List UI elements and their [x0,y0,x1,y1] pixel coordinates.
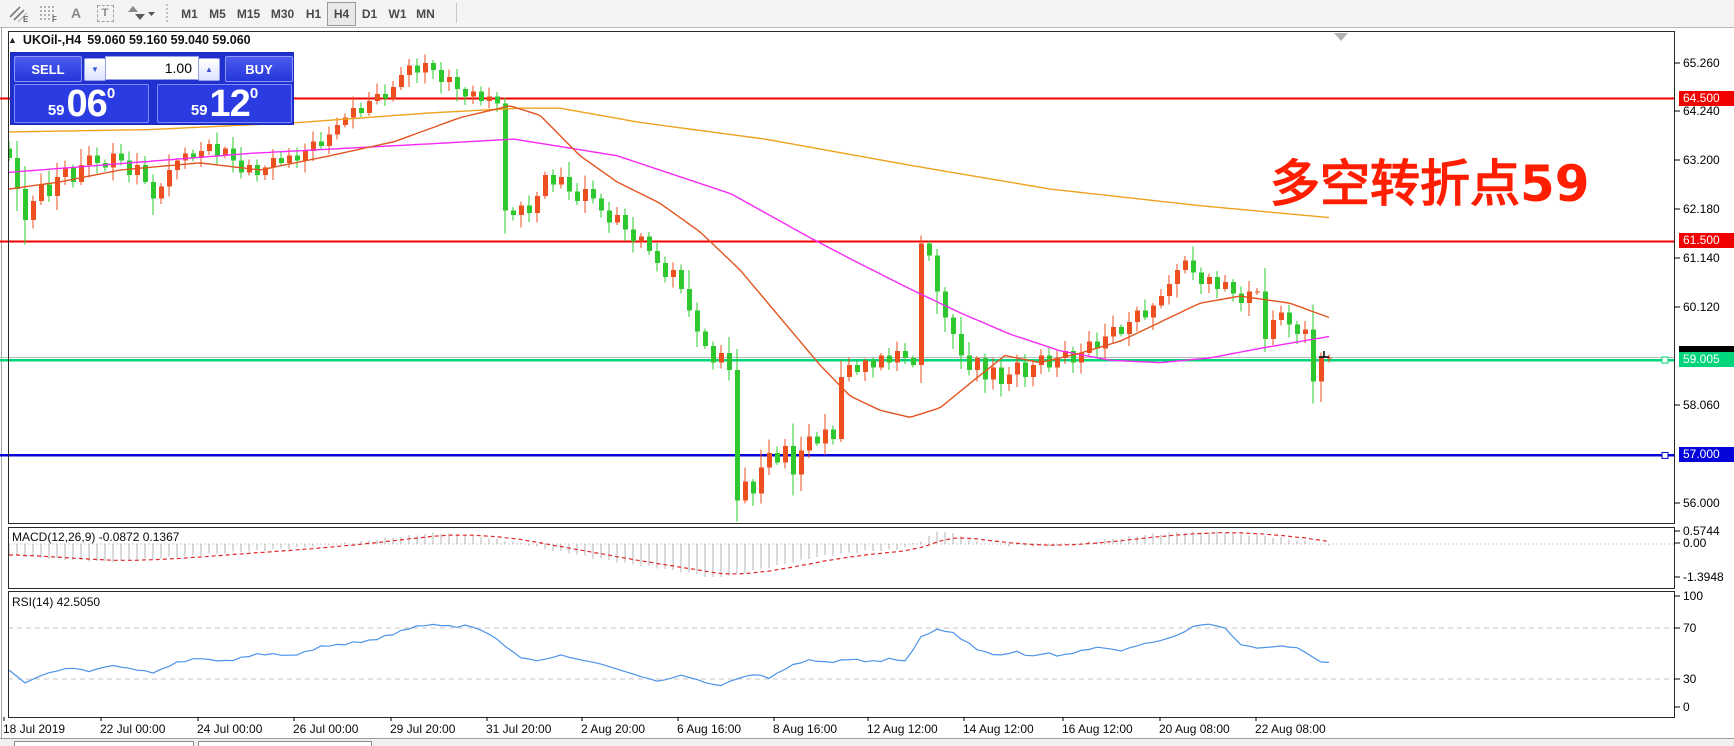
sell-price-sup: 0 [107,87,115,101]
chart-tab[interactable] [198,741,372,746]
sell-price-main: 06 [67,87,107,121]
buy-price-sup: 0 [250,87,258,101]
triangle-down-icon: ▼ [91,65,99,74]
mt4-window: E F A T M1M5M1 [0,0,1734,746]
chart-tab-bar [0,738,1734,746]
sell-price-display[interactable]: 59 06 0 [14,84,149,123]
volume-increase-button[interactable]: ▲ [198,58,220,81]
triangle-up-icon: ▲ [205,65,213,74]
one-click-trade-panel: SELL ▼ 1.00 ▲ BUY 59 06 0 59 12 0 [10,52,294,125]
volume-input[interactable]: 1.00 [105,56,199,80]
volume-decrease-button[interactable]: ▼ [84,58,106,81]
chart-tab[interactable] [14,741,194,746]
sell-price-prefix: 59 [48,101,65,121]
buy-price-main: 12 [210,87,250,121]
buy-price-prefix: 59 [191,101,208,121]
buy-button[interactable]: BUY [225,56,293,82]
collapse-panel-icon[interactable]: ▲ [8,35,17,45]
buy-price-display[interactable]: 59 12 0 [157,84,292,123]
sell-button[interactable]: SELL [14,56,82,82]
